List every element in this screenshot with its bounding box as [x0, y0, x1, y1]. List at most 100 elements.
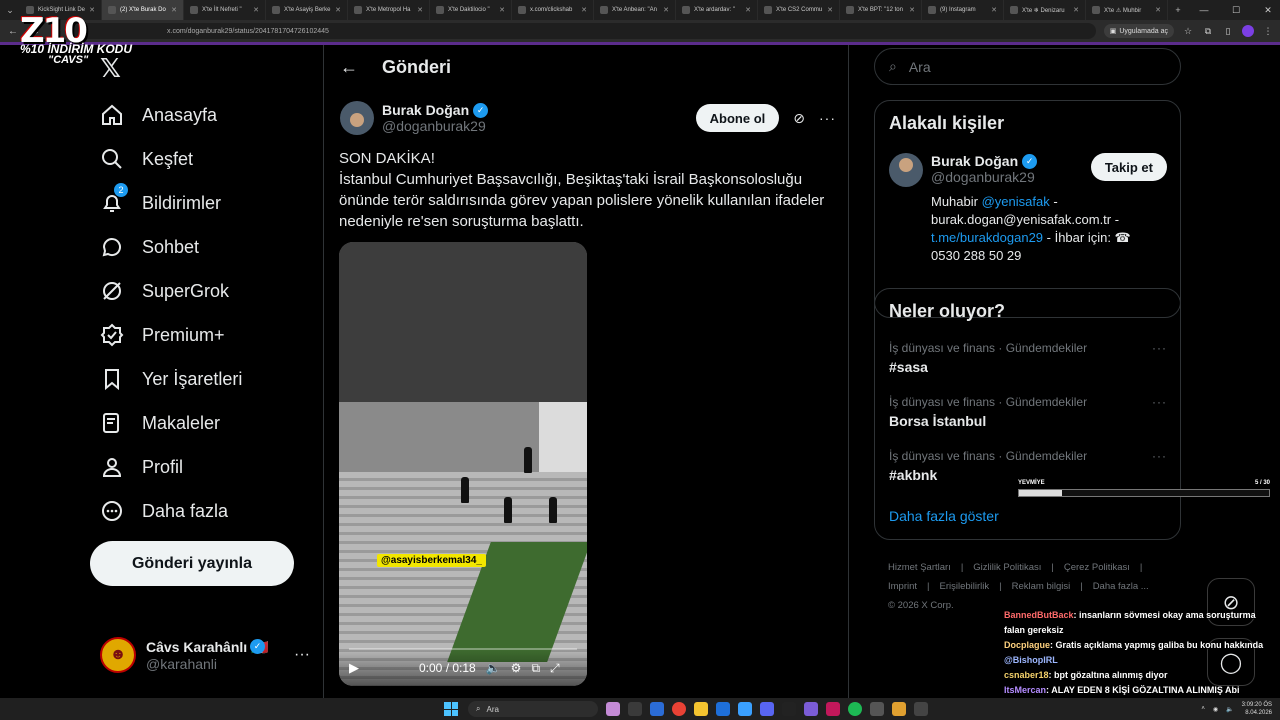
back-nav-icon[interactable]: ←	[6, 26, 20, 37]
start-button[interactable]	[444, 702, 458, 716]
nav-item-home[interactable]: Anasayfa	[100, 103, 217, 127]
nav-item-grok[interactable]: SuperGrok	[100, 279, 229, 303]
app-icon[interactable]	[694, 702, 708, 716]
more-options-icon[interactable]: ···	[819, 110, 836, 126]
more-options-icon[interactable]: ···	[1152, 341, 1167, 355]
app-icon[interactable]	[716, 702, 730, 716]
taskbar-search[interactable]: ⌕ Ara	[468, 701, 598, 717]
open-in-app-button[interactable]: ▣ Uygulamada aç	[1103, 24, 1174, 38]
footer-link[interactable]: Daha fazla ...	[1093, 581, 1149, 592]
close-tab-icon[interactable]: ✕	[1155, 6, 1161, 14]
footer-link[interactable]: Gizlilik Politikası	[973, 562, 1041, 573]
footer-link[interactable]: Erişilebilirlik	[940, 581, 990, 592]
play-icon[interactable]: ▶	[349, 660, 359, 676]
more-options-icon[interactable]: ···	[1152, 395, 1167, 409]
browser-tab[interactable]: X'te İlt Nefreti " ✕	[184, 0, 266, 20]
follow-button[interactable]: Takip et	[1090, 153, 1167, 181]
tweet-video[interactable]: @asayisberkemal34_ ▶ 0:00 / 0:18 🔈 ⚙ ⧉ ⤢	[339, 242, 587, 686]
url-field[interactable]: x.com/doganburak29/status/20417817047261…	[72, 23, 1096, 39]
footer-link[interactable]: Çerez Politikası	[1064, 562, 1130, 573]
app-icon[interactable]	[628, 702, 642, 716]
nav-item-chat[interactable]: Sohbet	[100, 235, 199, 259]
related-user[interactable]: Burak Doğan ✓ @doganburak29 Takip et	[889, 153, 1167, 187]
author-name-row[interactable]: Burak Doğan ✓	[382, 102, 489, 118]
clock[interactable]: 3:09:20 ÖS 8.04.2026	[1242, 701, 1272, 717]
close-tab-icon[interactable]: ✕	[827, 6, 833, 14]
nav-item-bookmark[interactable]: Yer İşaretleri	[100, 367, 242, 391]
post-button[interactable]: Gönderi yayınla	[90, 541, 294, 586]
close-window-button[interactable]: ✕	[1252, 0, 1280, 20]
maximize-button[interactable]: ☐	[1220, 0, 1252, 20]
browser-tab[interactable]: X'te Asayiş Berke ✕	[266, 0, 348, 20]
nav-item-bell[interactable]: 2 Bildirimler	[100, 183, 221, 215]
close-tab-icon[interactable]: ✕	[991, 6, 997, 14]
browser-tab[interactable]: X'te Metropol Ha ✕	[348, 0, 430, 20]
close-tab-icon[interactable]: ✕	[335, 6, 341, 14]
nav-item-premium[interactable]: Premium+	[100, 323, 225, 347]
show-more-link[interactable]: Daha fazla göster	[889, 508, 999, 524]
close-tab-icon[interactable]: ✕	[253, 6, 259, 14]
browser-tab[interactable]: X'te Daktilocio " ✕	[430, 0, 512, 20]
trend-item[interactable]: İş dünyası ve finans · Gündemdekiler #akb…	[889, 449, 1167, 483]
tray-arrow-icon[interactable]: ˄	[1201, 706, 1205, 712]
close-tab-icon[interactable]: ✕	[499, 6, 505, 14]
tab-list-button[interactable]: ⌄	[0, 0, 20, 20]
star-icon[interactable]: ☆	[1182, 26, 1194, 37]
browser-tab[interactable]: X'te CS2 Commu ✕	[758, 0, 840, 20]
chrome-icon[interactable]	[672, 702, 686, 716]
browser-tab[interactable]: (9) Instagram ✕	[922, 0, 1004, 20]
close-tab-icon[interactable]: ✕	[1073, 6, 1079, 14]
network-icon[interactable]: ◉	[1213, 706, 1218, 713]
discord-icon[interactable]	[760, 702, 774, 716]
close-tab-icon[interactable]: ✕	[663, 6, 669, 14]
app-icon[interactable]	[914, 702, 928, 716]
browser-tab[interactable]: X'te BPT: "12 ton ✕	[840, 0, 922, 20]
app-icon[interactable]	[892, 702, 906, 716]
new-tab-button[interactable]: +	[1168, 0, 1188, 20]
close-tab-icon[interactable]: ✕	[909, 6, 915, 14]
search-input[interactable]: ⌕ Ara	[874, 48, 1181, 85]
volume-icon[interactable]: 🔈	[1226, 706, 1233, 713]
menu-icon[interactable]: ⋮	[1262, 26, 1274, 37]
browser-tab[interactable]: X'te ⚠ Muhbir ✕	[1086, 0, 1168, 20]
close-tab-icon[interactable]: ✕	[745, 6, 751, 14]
more-options-icon[interactable]: ···	[294, 646, 310, 664]
nav-item-profile[interactable]: Profil	[100, 455, 183, 479]
trend-item[interactable]: İş dünyası ve finans · Gündemdekiler Bors…	[889, 395, 1167, 429]
author-avatar[interactable]	[340, 101, 374, 135]
volume-icon[interactable]: 🔈	[486, 661, 501, 675]
browser-tab[interactable]: X'te Anbean: "An ✕	[594, 0, 676, 20]
app-icon[interactable]	[826, 702, 840, 716]
browser-tab[interactable]: X'te ardardav: " ✕	[676, 0, 758, 20]
settings-icon[interactable]: ⚙	[511, 661, 522, 675]
subscribe-button[interactable]: Abone ol	[695, 104, 780, 132]
app-icon[interactable]	[738, 702, 752, 716]
browser-tab[interactable]: X'te ❄ Denizaru ✕	[1004, 0, 1086, 20]
extensions-icon[interactable]: ⧉	[1202, 26, 1214, 37]
trend-item[interactable]: İş dünyası ve finans · Gündemdekiler #sas…	[889, 341, 1167, 375]
footer-link[interactable]: Reklam bilgisi	[1012, 581, 1071, 592]
nav-item-search[interactable]: Keşfet	[100, 147, 193, 171]
bio-link-yenisafak[interactable]: @yenisafak	[982, 194, 1050, 209]
app-icon[interactable]	[606, 702, 620, 716]
bio-link-telegram[interactable]: t.me/burakdogan29	[931, 230, 1043, 245]
close-tab-icon[interactable]: ✕	[171, 6, 177, 14]
app-icon[interactable]	[870, 702, 884, 716]
pip-icon[interactable]: ⧉	[531, 661, 540, 676]
fullscreen-icon[interactable]: ⤢	[550, 661, 560, 676]
footer-link[interactable]: © 2026 X Corp.	[888, 600, 954, 611]
nav-item-article[interactable]: Makaleler	[100, 411, 220, 435]
app-icon[interactable]	[782, 702, 796, 716]
more-options-icon[interactable]: ···	[1152, 449, 1167, 463]
app-icon[interactable]	[650, 702, 664, 716]
sidebar-icon[interactable]: ▯	[1222, 26, 1234, 37]
account-switcher[interactable]: ☻ Câvs Karahânlı 🇮🇹 @karahanli ✓ ···	[100, 637, 310, 673]
spotify-icon[interactable]	[848, 702, 862, 716]
grok-icon[interactable]: ⊘	[793, 110, 805, 127]
minimize-button[interactable]: —	[1188, 0, 1220, 20]
profile-avatar[interactable]	[1242, 25, 1254, 37]
close-tab-icon[interactable]: ✕	[581, 6, 587, 14]
nav-item-more[interactable]: Daha fazla	[100, 499, 228, 523]
footer-link[interactable]: Hizmet Şartları	[888, 562, 951, 573]
close-tab-icon[interactable]: ✕	[89, 6, 95, 14]
